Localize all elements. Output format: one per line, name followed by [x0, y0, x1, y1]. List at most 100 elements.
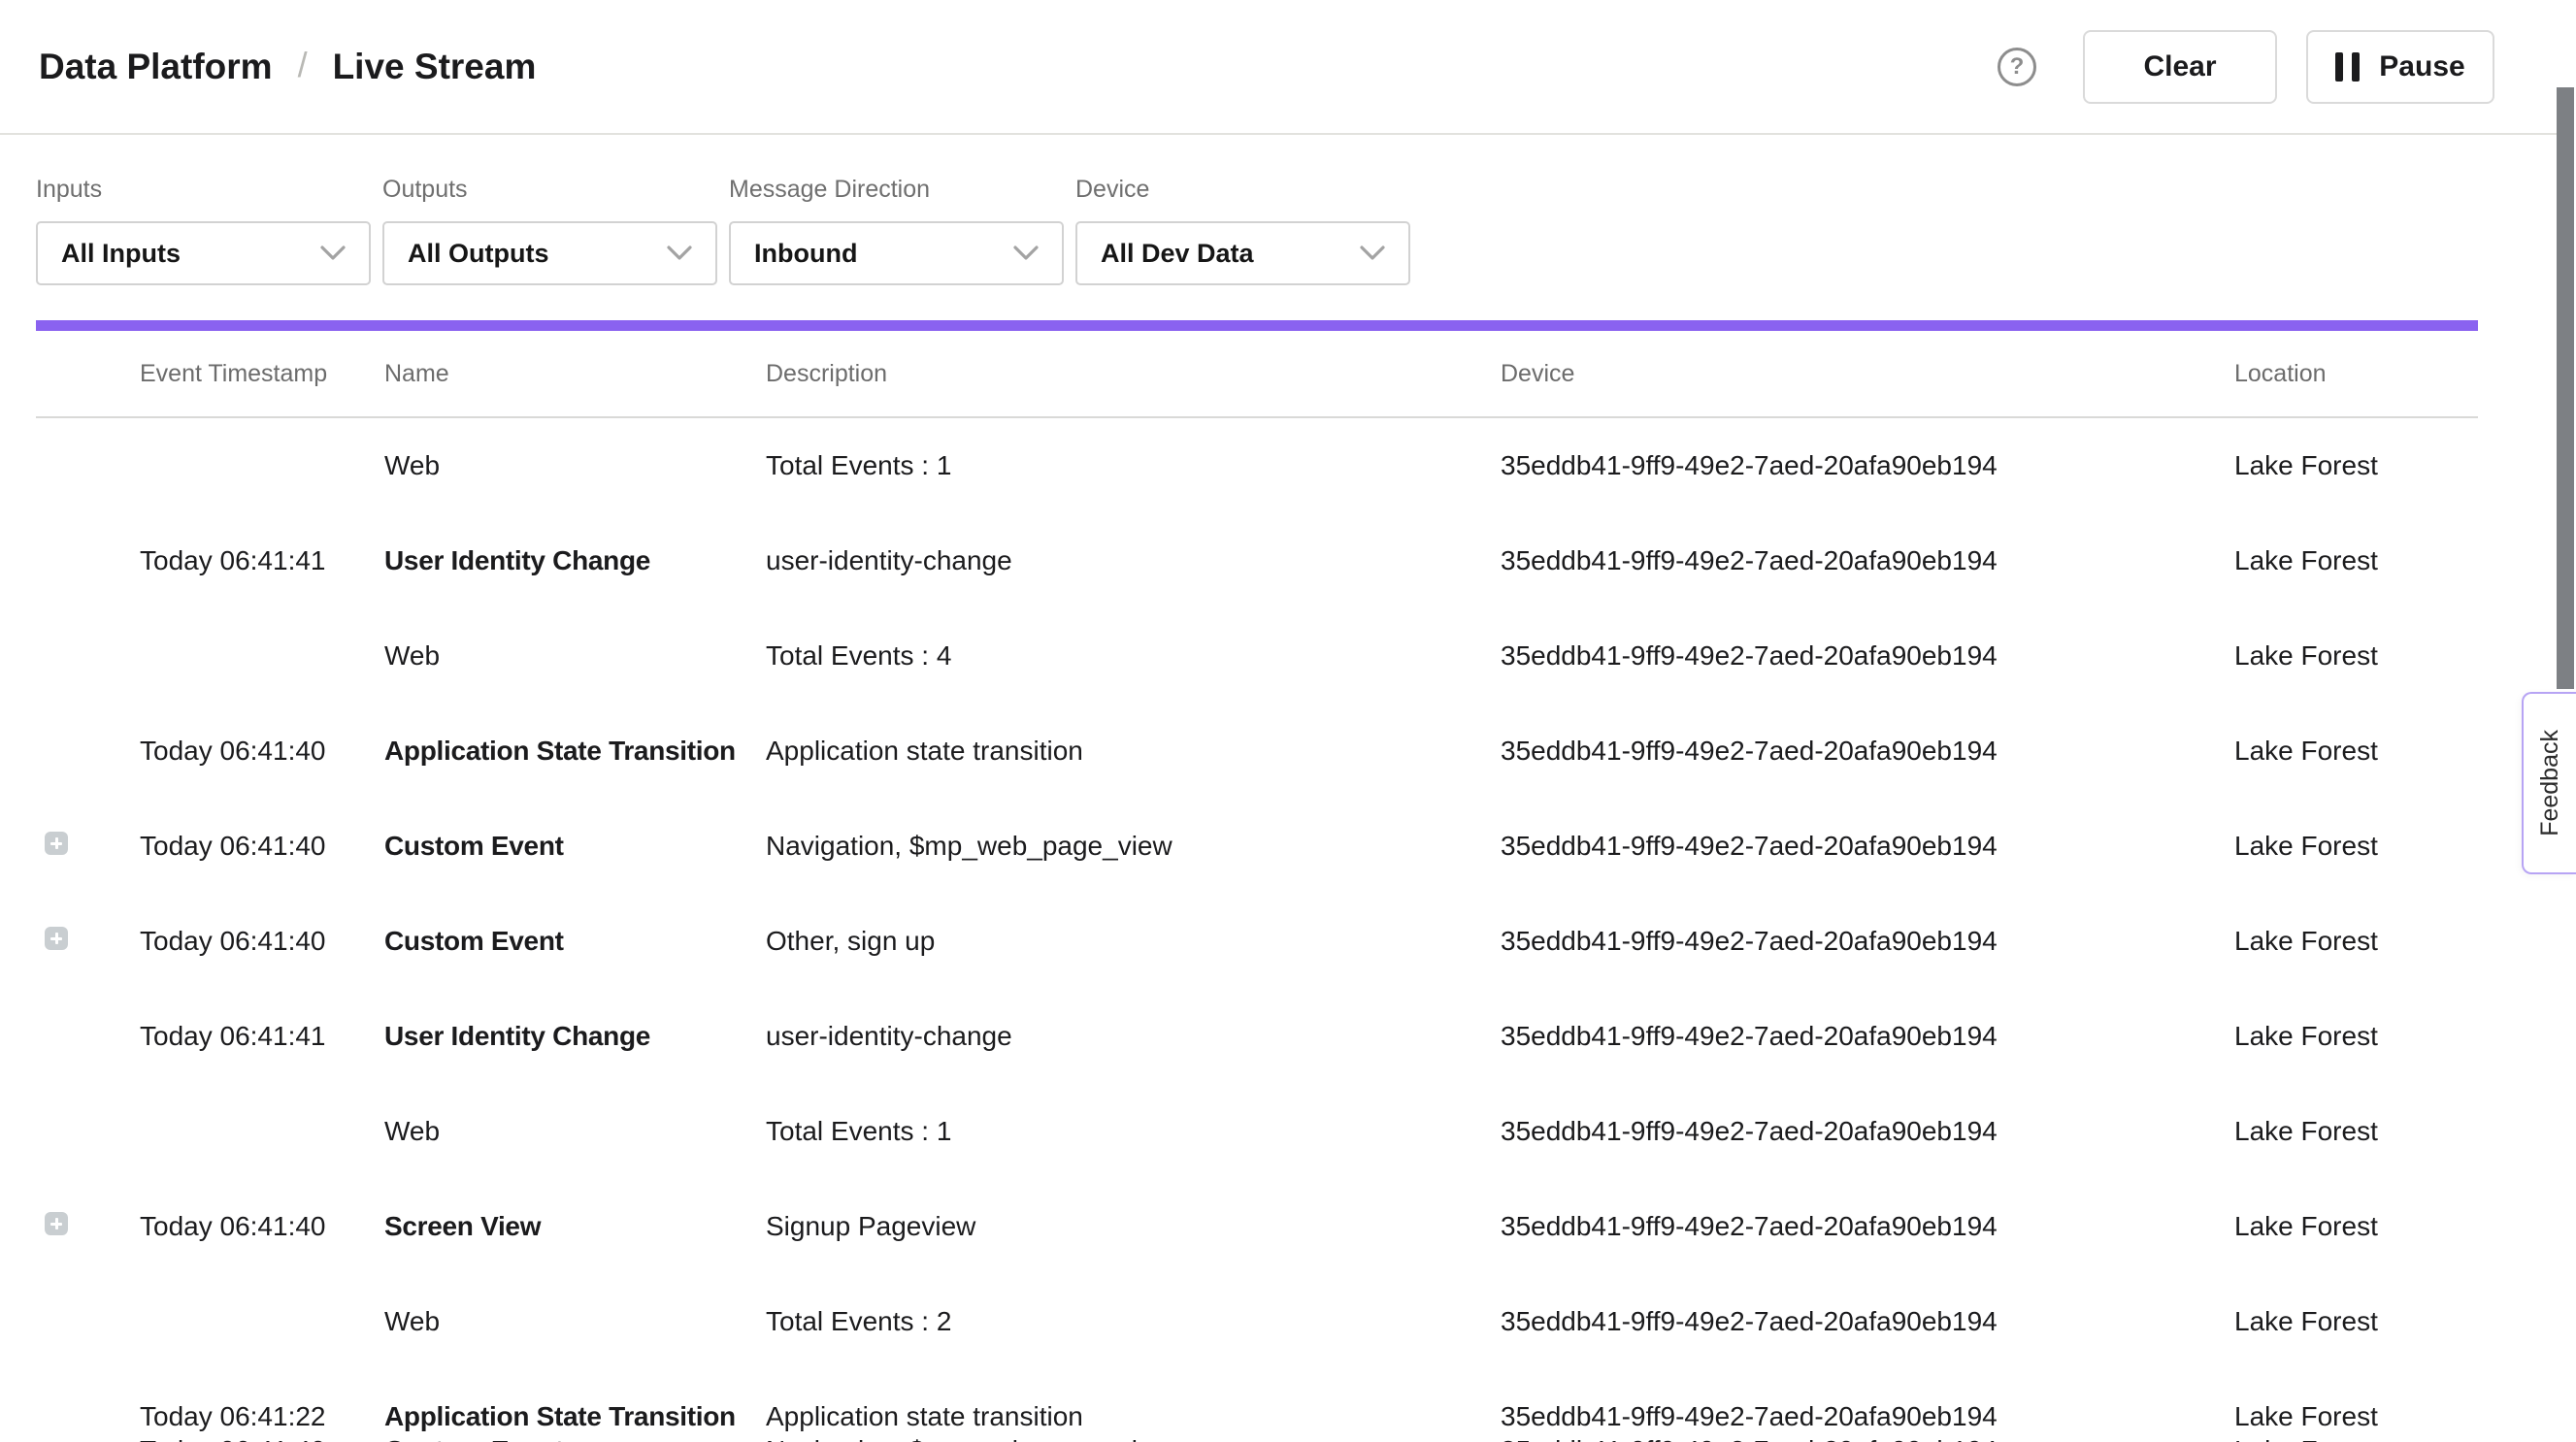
chevron-down-icon [667, 246, 692, 261]
cell-location: Lake Forest [2234, 926, 2478, 957]
outputs-select[interactable]: All Outputs [382, 221, 717, 285]
cell-name: Application State Transition [384, 1401, 766, 1432]
table-row[interactable]: Web Total Events : 1 35eddb41-9ff9-49e2-… [36, 1084, 2478, 1179]
device-select[interactable]: All Dev Data [1075, 221, 1410, 285]
cell-device: 35eddb41-9ff9-49e2-7aed-20afa90eb194 [1501, 831, 2234, 862]
inputs-select[interactable]: All Inputs [36, 221, 371, 285]
cell-timestamp: Today 06:41:40 [140, 1435, 384, 1442]
table-row[interactable]: Today 06:41:41 User Identity Change user… [36, 989, 2478, 1084]
cell-timestamp: Today 06:41:40 [140, 1211, 384, 1242]
filter-inputs-label: Inputs [36, 176, 371, 204]
cell-device: 35eddb41-9ff9-49e2-7aed-20afa90eb194 [1501, 545, 2234, 576]
cell-location: Lake Forest [2234, 640, 2478, 672]
cell-device: 35eddb41-9ff9-49e2-7aed-20afa90eb194 [1501, 1306, 2234, 1337]
expand-row-icon[interactable] [45, 1212, 68, 1235]
cell-location: Lake Forest [2234, 1116, 2478, 1147]
cell-description: Total Events : 4 [766, 640, 1501, 672]
feedback-tab[interactable]: Feedback [2522, 692, 2576, 874]
message-direction-select[interactable]: Inbound [729, 221, 1064, 285]
cell-device: 35eddb41-9ff9-49e2-7aed-20afa90eb194 [1501, 1021, 2234, 1052]
outputs-select-value: All Outputs [408, 239, 548, 269]
cell-location: Lake Forest [2234, 1021, 2478, 1052]
cell-location: Lake Forest [2234, 450, 2478, 481]
cell-name: Screen View [384, 1211, 766, 1242]
pause-button-label: Pause [2379, 50, 2464, 83]
cell-timestamp: Today 06:41:40 [140, 831, 384, 862]
table-row[interactable]: Today 06:41:40 Screen View Signup Pagevi… [36, 1179, 2478, 1274]
cell-device: 35eddb41-9ff9-49e2-7aed-20afa90eb194 [1501, 1116, 2234, 1147]
table-row[interactable]: Today 06:41:40 Application State Transit… [36, 704, 2478, 799]
cell-description: Other, sign up [766, 926, 1501, 957]
pause-button[interactable]: Pause [2306, 30, 2494, 104]
cell-device: 35eddb41-9ff9-49e2-7aed-20afa90eb194 [1501, 1211, 2234, 1242]
cell-timestamp: Today 06:41:40 [140, 926, 384, 957]
breadcrumb-separator: / [298, 45, 308, 85]
page-title-live-stream: Live Stream [333, 47, 537, 87]
filter-message-direction: Message Direction Inbound [729, 176, 1064, 285]
cell-location: Lake Forest [2234, 1401, 2478, 1432]
filter-outputs-label: Outputs [382, 176, 717, 204]
column-header-name: Name [384, 360, 766, 388]
table-row[interactable]: Today 06:41:41 User Identity Change user… [36, 513, 2478, 608]
device-select-value: All Dev Data [1101, 239, 1254, 269]
cell-name: Custom Event [384, 1435, 766, 1442]
cell-description: user-identity-change [766, 1021, 1501, 1052]
cell-location: Lake Forest [2234, 1211, 2478, 1242]
clear-button[interactable]: Clear [2083, 30, 2277, 104]
filter-inputs: Inputs All Inputs [36, 176, 371, 285]
cell-name: Web [384, 640, 766, 672]
chevron-down-icon [320, 246, 346, 261]
cell-location: Lake Forest [2234, 1306, 2478, 1337]
app-header: Data Platform / Live Stream ? Clear Paus… [0, 0, 2576, 135]
table-row[interactable]: Web Total Events : 4 35eddb41-9ff9-49e2-… [36, 608, 2478, 704]
table-row[interactable]: Today 06:41:22 Application State Transit… [36, 1369, 2478, 1442]
cell-location: Lake Forest [2234, 831, 2478, 862]
cell-timestamp: Today 06:41:41 [140, 545, 384, 576]
cell-description: Application state transition [766, 1401, 1501, 1432]
column-header-device: Device [1501, 360, 2234, 388]
breadcrumb: Data Platform / Live Stream [39, 47, 536, 87]
cell-name: Web [384, 1306, 766, 1337]
cell-description: Application state transition [766, 736, 1501, 767]
cell-name: Custom Event [384, 926, 766, 957]
cell-description: Total Events : 1 [766, 1116, 1501, 1147]
table-row[interactable]: Web Total Events : 1 35eddb41-9ff9-49e2-… [36, 418, 2478, 513]
chevron-down-icon [1360, 246, 1385, 261]
cell-location: Lake Forest [2234, 545, 2478, 576]
cell-device: 35eddb41-9ff9-49e2-7aed-20afa90eb194 [1501, 640, 2234, 672]
help-icon[interactable]: ? [1998, 48, 2036, 86]
cell-timestamp: Today 06:41:40 [140, 736, 384, 767]
live-stream-panel: Event Timestamp Name Description Device … [36, 320, 2478, 1442]
cell-description: user-identity-change [766, 545, 1501, 576]
table-row[interactable]: Web Total Events : 2 35eddb41-9ff9-49e2-… [36, 1274, 2478, 1369]
cell-description: Navigation, $mp_web_page_view [766, 831, 1501, 862]
table-body: Web Total Events : 1 35eddb41-9ff9-49e2-… [36, 418, 2478, 1442]
filter-device-label: Device [1075, 176, 1410, 204]
filter-outputs: Outputs All Outputs [382, 176, 717, 285]
cell-description: Total Events : 2 [766, 1306, 1501, 1337]
cell-name: Application State Transition [384, 736, 766, 767]
pause-icon [2335, 52, 2360, 82]
table-row-partial: Today 06:41:40 Custom Event Navigation, … [36, 1435, 2478, 1442]
table-row[interactable]: Today 06:41:40 Custom Event Navigation, … [36, 799, 2478, 894]
breadcrumb-data-platform[interactable]: Data Platform [39, 47, 273, 87]
cell-name: User Identity Change [384, 545, 766, 576]
cell-description: Signup Pageview [766, 1211, 1501, 1242]
filter-device: Device All Dev Data [1075, 176, 1410, 285]
expand-row-icon[interactable] [45, 927, 68, 950]
cell-location: Lake Forest [2234, 736, 2478, 767]
cell-device: 35eddb41-9ff9-49e2-7aed-20afa90eb194 [1501, 926, 2234, 957]
cell-description: Total Events : 1 [766, 450, 1501, 481]
filter-message-direction-label: Message Direction [729, 176, 1064, 204]
cell-device: 35eddb41-9ff9-49e2-7aed-20afa90eb194 [1501, 736, 2234, 767]
table-row[interactable]: Today 06:41:40 Custom Event Other, sign … [36, 894, 2478, 989]
message-direction-select-value: Inbound [754, 239, 857, 269]
cell-name: User Identity Change [384, 1021, 766, 1052]
column-header-location: Location [2234, 360, 2478, 388]
table-header-row: Event Timestamp Name Description Device … [36, 331, 2478, 418]
scrollbar-thumb[interactable] [2557, 87, 2574, 689]
cell-timestamp: Today 06:41:41 [140, 1021, 384, 1052]
expand-row-icon[interactable] [45, 832, 68, 855]
chevron-down-icon [1013, 246, 1039, 261]
cell-location: Lake Forest [2234, 1435, 2478, 1442]
